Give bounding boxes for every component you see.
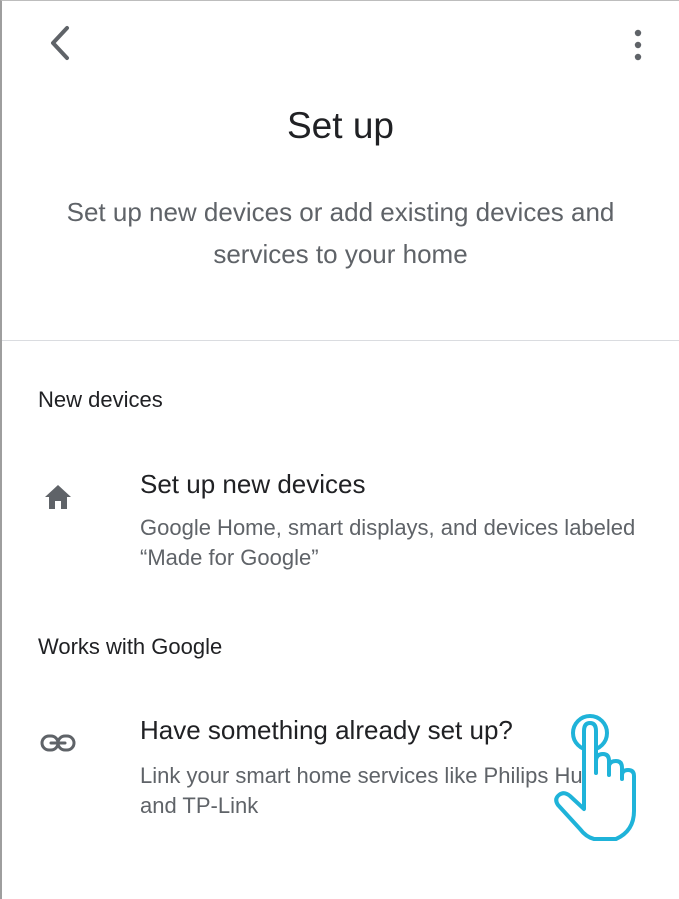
section-heading-works-with-google: Works with Google — [38, 634, 223, 659]
more-options-button[interactable] — [618, 23, 658, 67]
page-subtitle: Set up new devices or add existing devic… — [66, 197, 615, 269]
more-vert-icon — [634, 29, 642, 61]
chevron-left-icon — [51, 26, 69, 60]
item-description: Link your smart home services like Phili… — [140, 763, 595, 818]
section-heading-new-devices: New devices — [38, 387, 163, 412]
setup-screen: Set up Set up new devices or add existin… — [0, 0, 679, 899]
list-item-set-up-new-devices[interactable]: Set up new devices Google Home, smart di… — [2, 461, 679, 581]
back-button[interactable] — [36, 21, 84, 65]
home-icon — [38, 477, 78, 517]
page-title: Set up — [287, 105, 394, 146]
divider — [2, 340, 679, 341]
item-description: Google Home, smart displays, and devices… — [140, 515, 636, 570]
link-icon — [38, 723, 78, 763]
item-title: Set up new devices — [140, 469, 366, 499]
item-title: Have something already set up? — [140, 715, 513, 745]
list-item-link-existing-services[interactable]: Have something already set up? Link your… — [2, 709, 679, 829]
